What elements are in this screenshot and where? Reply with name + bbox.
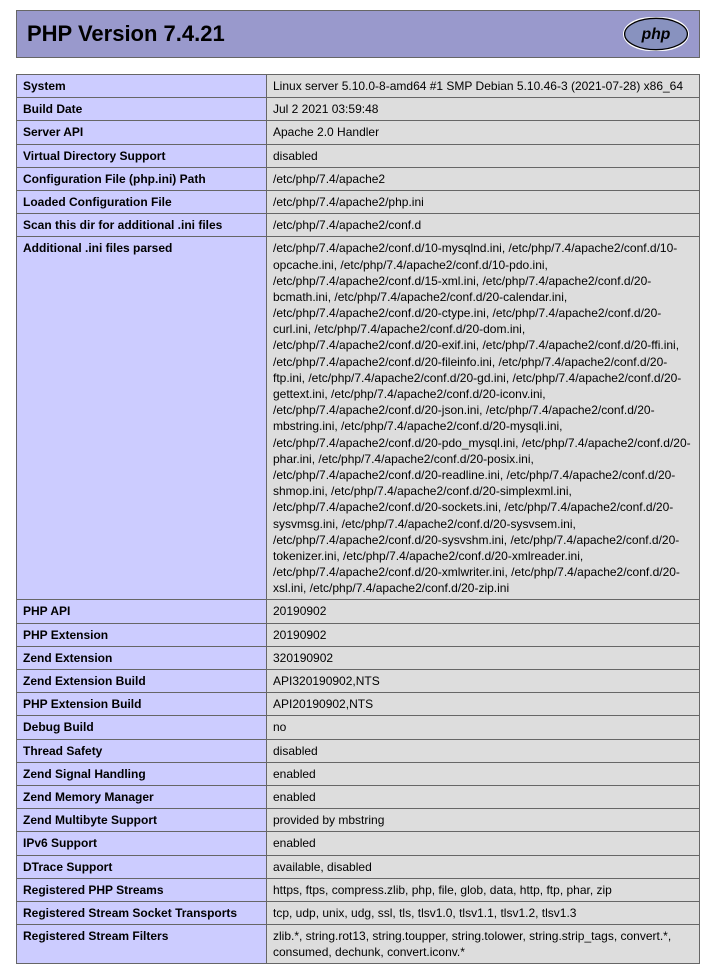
info-value: /etc/php/7.4/apache2/conf.d/10-mysqlnd.i… — [267, 237, 700, 600]
info-row: Server APIApache 2.0 Handler — [17, 121, 700, 144]
info-row: Additional .ini files parsed/etc/php/7.4… — [17, 237, 700, 600]
info-row: Registered Stream Filterszlib.*, string.… — [17, 925, 700, 964]
info-label: Debug Build — [17, 716, 267, 739]
info-row: Zend Signal Handlingenabled — [17, 762, 700, 785]
info-value: disabled — [267, 739, 700, 762]
info-row: Scan this dir for additional .ini files/… — [17, 214, 700, 237]
info-label: Virtual Directory Support — [17, 144, 267, 167]
info-label: System — [17, 75, 267, 98]
info-label: Scan this dir for additional .ini files — [17, 214, 267, 237]
info-row: IPv6 Supportenabled — [17, 832, 700, 855]
info-label: Zend Memory Manager — [17, 785, 267, 808]
info-row: Configuration File (php.ini) Path/etc/ph… — [17, 167, 700, 190]
info-value: /etc/php/7.4/apache2 — [267, 167, 700, 190]
info-row: Registered Stream Socket Transportstcp, … — [17, 901, 700, 924]
info-row: Thread Safetydisabled — [17, 739, 700, 762]
page-title: PHP Version 7.4.21 — [27, 21, 225, 47]
info-label: Registered Stream Filters — [17, 925, 267, 964]
info-label: IPv6 Support — [17, 832, 267, 855]
info-value: https, ftps, compress.zlib, php, file, g… — [267, 878, 700, 901]
info-row: SystemLinux server 5.10.0-8-amd64 #1 SMP… — [17, 75, 700, 98]
info-value: enabled — [267, 762, 700, 785]
info-row: Loaded Configuration File/etc/php/7.4/ap… — [17, 190, 700, 213]
info-label: Server API — [17, 121, 267, 144]
info-value: 320190902 — [267, 646, 700, 669]
info-row: Zend Extension BuildAPI320190902,NTS — [17, 670, 700, 693]
info-label: Additional .ini files parsed — [17, 237, 267, 600]
info-label: DTrace Support — [17, 855, 267, 878]
info-value: /etc/php/7.4/apache2/php.ini — [267, 190, 700, 213]
info-row: Virtual Directory Supportdisabled — [17, 144, 700, 167]
info-label: Registered Stream Socket Transports — [17, 901, 267, 924]
info-label: Registered PHP Streams — [17, 878, 267, 901]
info-row: PHP Extension20190902 — [17, 623, 700, 646]
info-row: DTrace Supportavailable, disabled — [17, 855, 700, 878]
info-value: disabled — [267, 144, 700, 167]
info-value: tcp, udp, unix, udg, ssl, tls, tlsv1.0, … — [267, 901, 700, 924]
info-value: enabled — [267, 832, 700, 855]
info-value: 20190902 — [267, 600, 700, 623]
info-row: Debug Buildno — [17, 716, 700, 739]
info-label: Configuration File (php.ini) Path — [17, 167, 267, 190]
info-label: Zend Extension — [17, 646, 267, 669]
info-label: Thread Safety — [17, 739, 267, 762]
php-logo-icon: php — [623, 17, 689, 51]
info-label: PHP Extension — [17, 623, 267, 646]
info-value: Apache 2.0 Handler — [267, 121, 700, 144]
info-value: API20190902,NTS — [267, 693, 700, 716]
phpinfo-table: SystemLinux server 5.10.0-8-amd64 #1 SMP… — [16, 74, 700, 964]
info-value: provided by mbstring — [267, 809, 700, 832]
info-label: Loaded Configuration File — [17, 190, 267, 213]
info-label: Zend Signal Handling — [17, 762, 267, 785]
info-label: Build Date — [17, 98, 267, 121]
info-value: available, disabled — [267, 855, 700, 878]
info-row: PHP API20190902 — [17, 600, 700, 623]
info-row: Zend Extension320190902 — [17, 646, 700, 669]
info-value: 20190902 — [267, 623, 700, 646]
info-value: API320190902,NTS — [267, 670, 700, 693]
info-value: /etc/php/7.4/apache2/conf.d — [267, 214, 700, 237]
info-row: Zend Memory Managerenabled — [17, 785, 700, 808]
info-value: no — [267, 716, 700, 739]
info-row: Build DateJul 2 2021 03:59:48 — [17, 98, 700, 121]
info-label: Zend Extension Build — [17, 670, 267, 693]
info-label: PHP Extension Build — [17, 693, 267, 716]
info-row: Zend Multibyte Supportprovided by mbstri… — [17, 809, 700, 832]
info-label: Zend Multibyte Support — [17, 809, 267, 832]
info-value: zlib.*, string.rot13, string.toupper, st… — [267, 925, 700, 964]
info-value: Jul 2 2021 03:59:48 — [267, 98, 700, 121]
info-label: PHP API — [17, 600, 267, 623]
info-row: Registered PHP Streamshttps, ftps, compr… — [17, 878, 700, 901]
info-value: Linux server 5.10.0-8-amd64 #1 SMP Debia… — [267, 75, 700, 98]
info-row: PHP Extension BuildAPI20190902,NTS — [17, 693, 700, 716]
info-value: enabled — [267, 785, 700, 808]
svg-text:php: php — [641, 26, 671, 43]
phpinfo-header: PHP Version 7.4.21 php — [16, 10, 700, 58]
